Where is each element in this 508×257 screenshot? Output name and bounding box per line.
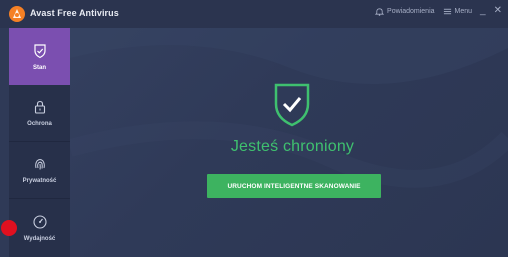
sidebar-item-label: Prywatność xyxy=(22,178,57,184)
annotation-marker xyxy=(1,220,17,236)
title-bar-controls: Powiadomienia Menu _ ✕ xyxy=(375,6,502,16)
title-bar: Avast Free Antivirus Powiadomienia Menu … xyxy=(0,0,508,28)
sidebar-item-label: Stan xyxy=(32,64,46,71)
lock-icon xyxy=(34,100,45,114)
sidebar-item-ochrona[interactable]: Ochrona xyxy=(9,85,70,142)
notifications-button[interactable]: Powiadomienia xyxy=(375,7,435,16)
notifications-label: Powiadomienia xyxy=(387,7,435,15)
main-content: Jesteś chroniony URUCHOM INTELIGENTNE SK… xyxy=(70,28,508,257)
sidebar-item-prywatnosc[interactable]: Prywatność xyxy=(9,142,70,199)
minimize-button[interactable]: _ xyxy=(480,6,486,16)
smart-scan-button[interactable]: URUCHOM INTELIGENTNE SKANOWANIE xyxy=(207,174,381,198)
speedometer-icon xyxy=(32,215,47,229)
menu-label: Menu xyxy=(454,7,473,15)
protected-shield-icon xyxy=(274,83,310,127)
hamburger-icon xyxy=(443,8,451,14)
sidebar-item-label: Ochrona xyxy=(27,121,52,127)
sidebar-item-wydajnosc[interactable]: Wydajność xyxy=(9,199,70,257)
bell-icon xyxy=(375,7,385,16)
protection-status: Jesteś chroniony xyxy=(230,138,355,155)
sidebar-item-label: Wydajność xyxy=(23,236,56,242)
sidebar-item-stan[interactable]: Stan xyxy=(9,28,70,85)
sidebar: Stan Ochrona Prywatność Wydajność xyxy=(9,28,70,257)
shield-check-icon xyxy=(33,43,46,58)
app-window: Avast Free Antivirus Powiadomienia Menu … xyxy=(0,0,508,257)
app-title: Avast Free Antivirus xyxy=(30,8,119,18)
close-button[interactable]: ✕ xyxy=(494,6,502,16)
menu-button[interactable]: Menu xyxy=(443,7,473,16)
fingerprint-icon xyxy=(34,159,45,170)
avast-logo-icon xyxy=(9,6,25,22)
